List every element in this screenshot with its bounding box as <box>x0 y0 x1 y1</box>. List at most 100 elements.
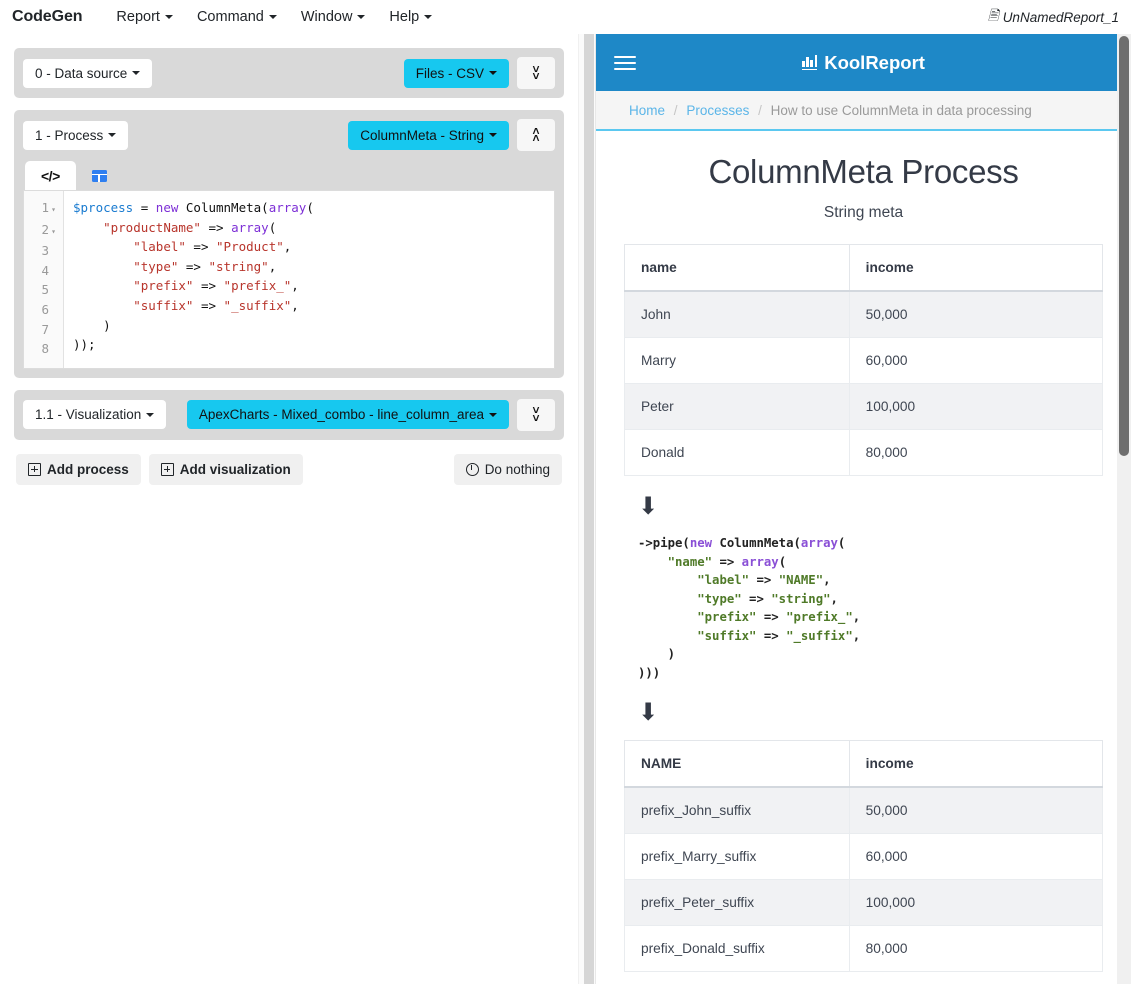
table-cell: prefix_Peter_suffix <box>624 879 850 926</box>
datasource-type-dropdown[interactable]: Files - CSV <box>403 58 509 88</box>
table-cell: prefix_John_suffix <box>624 786 850 834</box>
fold-marker-icon[interactable]: ▾ <box>49 222 58 242</box>
menu-item-help[interactable]: Help <box>377 6 444 28</box>
breadcrumb-separator: / <box>758 103 762 118</box>
do-nothing-button[interactable]: Do nothing <box>453 453 562 485</box>
table-cell: 50,000 <box>848 786 1104 834</box>
table-row: prefix_Donald_suffix 80,000 <box>624 925 1104 972</box>
code-line: )); <box>73 337 96 353</box>
line-number: 6 <box>41 301 49 317</box>
process-index-label: 1 - Process <box>35 127 104 143</box>
table-header-row: name income <box>624 244 1104 292</box>
breadcrumb-item-home[interactable]: Home <box>629 103 665 118</box>
process-collapse-button[interactable]: ˄ ˄ <box>517 119 555 151</box>
code-line: "type" => "string", <box>133 258 277 274</box>
table-cell: 80,000 <box>848 925 1104 972</box>
code-line: "productName" => array( <box>103 219 277 235</box>
chevron-down-icon <box>108 133 117 137</box>
breadcrumb-item-processes[interactable]: Processes <box>686 103 749 118</box>
table-header-cell: income <box>848 244 1104 292</box>
code-line-numbers: 1 ▾ 2 ▾ 3 4 5 6 7 8 <box>24 191 64 368</box>
visualization-index-label: 1.1 - Visualization <box>35 407 142 423</box>
table-row: prefix_John_suffix 50,000 <box>624 786 1104 834</box>
table-cell: Marry <box>624 337 850 384</box>
table-cell: 100,000 <box>848 879 1104 926</box>
table-header-cell: income <box>848 740 1104 788</box>
process-type-dropdown[interactable]: ColumnMeta - String <box>348 120 509 150</box>
tab-table[interactable] <box>76 161 123 190</box>
menu-item-report[interactable]: Report <box>104 6 185 28</box>
table-cell: Peter <box>624 383 850 430</box>
visualization-index-dropdown[interactable]: 1.1 - Visualization <box>23 400 167 430</box>
code-line: $process = new ColumnMeta(array( <box>73 200 314 215</box>
app-menu-bar: CodeGen Report Command Window Help 🖹 UnName… <box>0 0 1131 34</box>
main-split: 0 - Data source Files - CSV ˅ ˅ 1 - Proce <box>0 34 1131 984</box>
report-body: ColumnMeta Process String meta name incom… <box>596 131 1131 972</box>
line-number: 7 <box>41 321 49 337</box>
table-result-data: NAME income prefix_John_suffix 50,000 prefix… <box>624 740 1104 972</box>
menu-item-command[interactable]: Command <box>185 6 289 28</box>
tab-code[interactable]: </> <box>25 161 76 190</box>
window-scrollbar-thumb[interactable] <box>1119 36 1129 456</box>
breadcrumb-item-current: How to use ColumnMeta in data processing <box>770 103 1032 118</box>
datasource-index-dropdown[interactable]: 0 - Data source <box>23 58 153 88</box>
codegen-left-panel: 0 - Data source Files - CSV ˅ ˅ 1 - Proce <box>0 34 578 984</box>
koolreport-logo-text: KoolReport <box>824 51 925 73</box>
table-row: Peter 100,000 <box>624 383 1104 430</box>
visualization-type-label: ApexCharts - Mixed_combo - line_column_a… <box>198 407 484 423</box>
code-content[interactable]: $process = new ColumnMeta(array( "produc… <box>64 191 554 368</box>
chevron-down-icon <box>489 133 497 137</box>
datasource-expand-button[interactable]: ˅ ˅ <box>517 57 555 89</box>
breadcrumb-separator: / <box>673 103 678 118</box>
process-tabs: </> <box>23 161 555 190</box>
menu-item-label: Help <box>389 9 420 25</box>
window-scrollbar[interactable] <box>1117 34 1131 984</box>
table-cell: prefix_Donald_suffix <box>624 925 850 972</box>
table-header-cell: NAME <box>624 740 850 788</box>
koolreport-logo: KoolReport <box>596 52 1131 74</box>
breadcrumb: Home / Processes / How to use ColumnMeta… <box>596 91 1131 131</box>
menu-item-label: Report <box>116 9 160 25</box>
panel-divider-scrollbar[interactable] <box>578 34 595 984</box>
table-cell: Donald <box>624 429 850 476</box>
code-line: "suffix" => "_suffix", <box>133 297 299 313</box>
chevron-down-icon <box>357 15 366 20</box>
table-cell: 50,000 <box>848 290 1104 338</box>
chevron-down-icon <box>489 412 497 417</box>
table-header-row: NAME income <box>624 740 1104 788</box>
menu-item-label: Window <box>300 9 353 25</box>
add-visualization-label: Add visualization <box>179 461 291 477</box>
code-line: "label" => "Product", <box>133 239 292 255</box>
report-name-label: UnNamedReport_1 <box>1002 9 1119 25</box>
pipe-code-snippet: ->pipe(new ColumnMeta(array( "name" => a… <box>638 536 861 680</box>
line-number: 5 <box>41 282 49 298</box>
table-header-cell: name <box>624 244 850 292</box>
add-process-button[interactable]: Add process <box>16 453 141 485</box>
bar-chart-icon <box>802 55 818 70</box>
code-icon: </> <box>41 168 60 184</box>
table-source-data: name income John 50,000 Marry 60,000 Peter 100,… <box>624 244 1104 476</box>
koolreport-preview-panel: KoolReport Home / Processes / How to use… <box>595 34 1131 984</box>
visualization-type-dropdown[interactable]: ApexCharts - Mixed_combo - line_column_a… <box>186 400 509 430</box>
chevron-down-icon <box>424 15 433 20</box>
code-line: "prefix" => "prefix_", <box>133 278 299 294</box>
chevron-double-down-icon: ˅ ˅ <box>532 403 540 425</box>
add-process-label: Add process <box>47 461 129 477</box>
chevron-down-icon <box>268 15 277 20</box>
process-index-dropdown[interactable]: 1 - Process <box>23 120 129 150</box>
visualization-expand-button[interactable]: ˅ ˅ <box>517 398 555 431</box>
chevron-down-icon <box>132 71 141 75</box>
add-visualization-button[interactable]: Add visualization <box>148 453 303 485</box>
fold-marker-icon[interactable]: ▾ <box>49 200 58 220</box>
visualization-block: 1.1 - Visualization ApexCharts - Mixed_c… <box>14 389 564 440</box>
table-cell: 100,000 <box>848 383 1104 430</box>
code-editor[interactable]: 1 ▾ 2 ▾ 3 4 5 6 7 8 $process = new ColumnMeta(arr… <box>23 190 555 369</box>
datasource-block: 0 - Data source Files - CSV ˅ ˅ <box>14 48 564 98</box>
page-title: ColumnMeta Process <box>708 153 1019 190</box>
table-cell: prefix_Marry_suffix <box>624 833 850 880</box>
table-grid-icon <box>91 170 107 182</box>
document-icon: 🖹 <box>987 7 999 23</box>
table-row: prefix_Marry_suffix 60,000 <box>624 833 1104 880</box>
menu-item-window[interactable]: Window <box>289 6 378 28</box>
hamburger-icon[interactable] <box>614 52 636 74</box>
